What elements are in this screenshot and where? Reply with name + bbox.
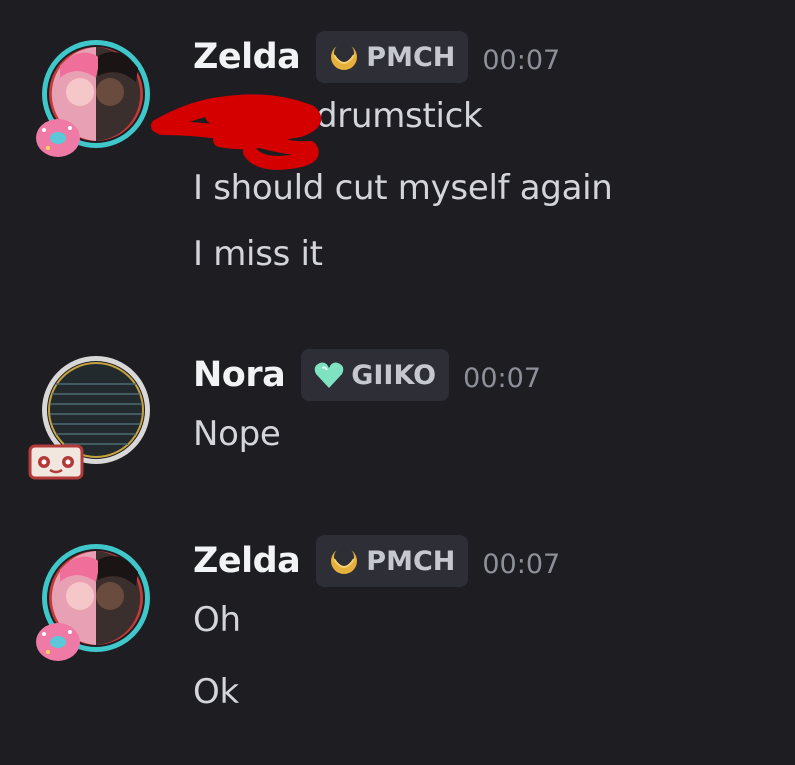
guild-tag[interactable]: GIIKO	[301, 349, 450, 401]
username[interactable]: Zelda	[193, 37, 301, 77]
avatar[interactable]	[28, 354, 152, 480]
donut-decoration-icon	[36, 119, 80, 157]
guild-tag-label: GIIKO	[351, 359, 437, 391]
message-group: Zelda PMCH 00:07 Oh Ok	[0, 500, 795, 765]
cassette-decoration-icon	[28, 444, 84, 480]
gold-crescent-icon	[331, 547, 358, 574]
timestamp: 00:07	[482, 44, 561, 76]
message-text: I should cut myself again	[193, 168, 613, 208]
timestamp: 00:07	[463, 362, 541, 394]
red-redaction-scribble	[151, 94, 322, 170]
message-group: Zelda PMCH 00:07 drumstick I should cut …	[0, 0, 795, 300]
avatar[interactable]	[36, 542, 152, 661]
donut-decoration-icon	[36, 623, 80, 661]
green-heart-icon	[314, 362, 344, 388]
username[interactable]: Zelda	[193, 541, 301, 581]
message-group: Nora GIIKO 00:07 Nope	[0, 300, 795, 500]
message-header: Nora GIIKO 00:07	[193, 348, 541, 402]
message-text: Ok	[193, 672, 239, 712]
gold-crescent-icon	[331, 43, 358, 70]
timestamp: 00:07	[482, 548, 561, 580]
message-header: Zelda PMCH 00:07	[193, 534, 560, 588]
message-text: Nope	[193, 414, 281, 454]
message-text: Oh	[193, 600, 241, 640]
chat-message-list: Zelda PMCH 00:07 drumstick I should cut …	[0, 0, 795, 765]
guild-tag[interactable]: PMCH	[316, 31, 469, 83]
message-header: Zelda PMCH 00:07	[193, 30, 560, 84]
guild-tag[interactable]: PMCH	[316, 535, 469, 587]
message-text: drumstick	[316, 96, 483, 136]
message-text: I miss it	[193, 234, 323, 274]
avatar[interactable]	[36, 38, 152, 157]
guild-tag-label: PMCH	[366, 41, 456, 73]
username[interactable]: Nora	[193, 355, 286, 395]
guild-tag-label: PMCH	[366, 545, 456, 577]
